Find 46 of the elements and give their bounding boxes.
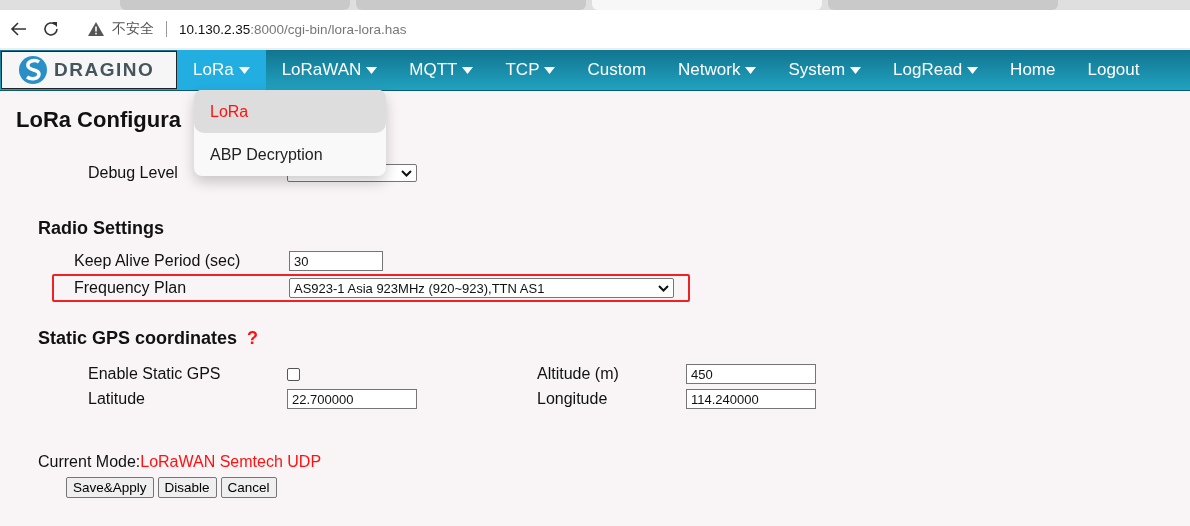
field-label: Altitude (m) [537, 365, 620, 383]
nav-menu-item[interactable]: Network [662, 50, 773, 90]
form-button[interactable]: Cancel [220, 477, 277, 498]
browser-tab[interactable] [592, 0, 822, 10]
warning-icon [88, 22, 104, 36]
nav-menu-item[interactable]: MQTT [393, 50, 490, 90]
longitude-field[interactable]: 114.240000 [686, 389, 816, 409]
nav-menu-item[interactable]: LoRa [177, 50, 266, 90]
help-link[interactable]: ? [247, 328, 259, 349]
section-heading: Radio Settings [38, 218, 164, 239]
security-label: 不安全 [112, 20, 154, 38]
browser-tab[interactable] [120, 0, 350, 10]
field-label: Frequency Plan [74, 279, 188, 297]
nav-menu-item[interactable]: Home [994, 50, 1072, 90]
dropdown-item[interactable]: LoRa [194, 90, 386, 133]
section-heading: Static GPS coordinates [38, 328, 238, 349]
nav-menu-item[interactable]: TCP [489, 50, 572, 90]
field-label: Latitude [88, 390, 146, 408]
field-label: Debug Level [88, 164, 179, 182]
field-label: Enable Static GPS [88, 365, 222, 383]
page-title: LoRa Configura [16, 107, 181, 133]
dropdown-item[interactable]: ABP Decryption [194, 133, 386, 176]
form-button[interactable]: Save&Apply [66, 477, 154, 498]
latitude-field[interactable]: 22.700000 [287, 389, 417, 409]
browser-tab[interactable] [828, 0, 1058, 10]
checkbox[interactable] [287, 367, 300, 381]
reload-icon[interactable] [42, 20, 60, 38]
nav-menu-item[interactable]: System [772, 50, 878, 90]
url-text: 10.130.2.35:8000/cgi-bin/lora-lora.has [179, 21, 407, 37]
form-button[interactable]: Disable [157, 477, 217, 498]
browser-tab[interactable] [356, 0, 586, 10]
mode-label: Current Mode: [38, 453, 141, 470]
nav-menu-item[interactable]: LogRead [877, 50, 995, 90]
nav-menu-item[interactable]: Logout [1071, 50, 1156, 90]
altitude-field[interactable]: 450 [686, 364, 816, 384]
mode-value: LoRaWAN Semtech UDP [140, 453, 322, 470]
field-label: Longitude [537, 390, 609, 408]
keep-alive-field[interactable]: 30 [289, 251, 383, 271]
field-label: Keep Alive Period (sec) [74, 252, 242, 270]
back-icon[interactable] [10, 20, 28, 38]
chevron-icon [658, 284, 669, 292]
chevron-icon [401, 169, 412, 177]
dragino-logo[interactable]: DRAGINO [1, 51, 177, 89]
frequency-plan-select[interactable]: AS923-1 Asia 923MHz (920~923),TTN AS1 [289, 278, 674, 298]
nav-menu-item[interactable]: LoRaWAN [265, 50, 394, 90]
nav-menu-item[interactable]: Custom [571, 50, 663, 90]
